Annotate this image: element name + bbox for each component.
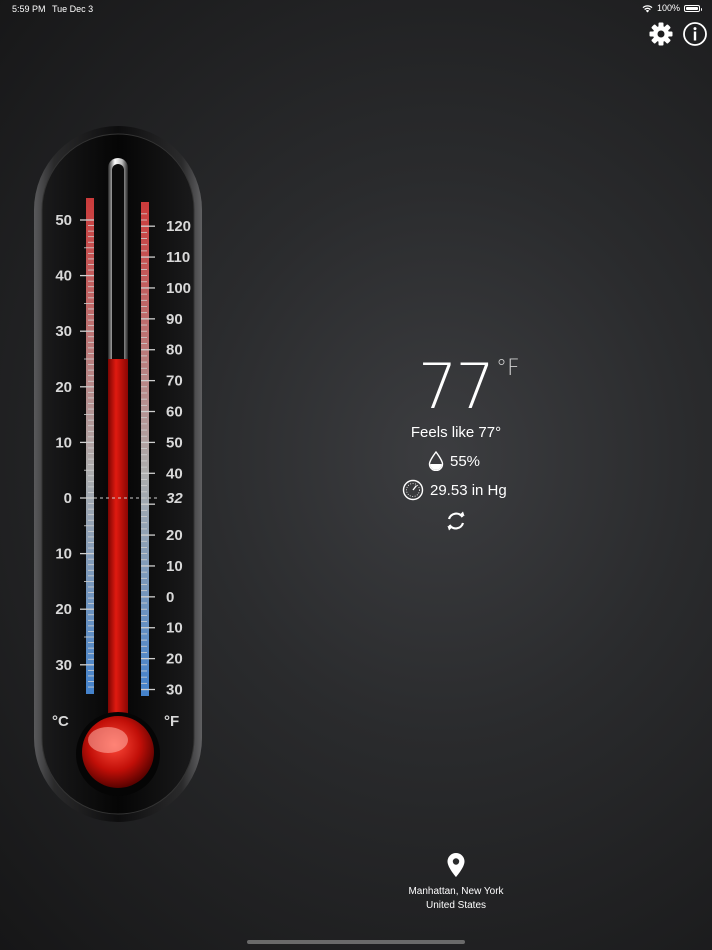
- fahrenheit-tick-label: 40: [166, 465, 183, 482]
- celsius-tick-label: 20: [55, 601, 72, 618]
- fahrenheit-tick-label: 20: [166, 527, 183, 544]
- celsius-tick-label: 10: [55, 546, 72, 563]
- celsius-tick-label: 30: [55, 657, 72, 674]
- fahrenheit-tick-label: 90: [166, 311, 183, 328]
- gear-icon[interactable]: [648, 21, 674, 47]
- fahrenheit-tick-label: 20: [166, 651, 183, 668]
- battery-percent: 100%: [656, 3, 680, 13]
- barometer-icon: [402, 479, 424, 501]
- fahrenheit-tick-label: 32: [166, 490, 183, 507]
- fahrenheit-unit-label: °F: [164, 713, 179, 730]
- celsius-tick-label: 20: [55, 379, 72, 396]
- water-drop-icon: [428, 451, 444, 471]
- location-city: Manhattan, New York: [408, 886, 504, 897]
- pressure-value: 29.53 in Hg: [430, 481, 507, 499]
- celsius-unit-label: °C: [52, 713, 69, 730]
- mercury-column: [108, 359, 128, 730]
- info-icon[interactable]: [682, 21, 708, 47]
- location-country: United States: [425, 900, 487, 911]
- home-indicator[interactable]: [247, 940, 465, 944]
- celsius-tick-label: 50: [55, 212, 72, 229]
- status-date: Tue Dec 3: [52, 4, 94, 14]
- temperature-unit: °F: [496, 356, 520, 381]
- fahrenheit-tick-label: 10: [166, 558, 183, 575]
- fahrenheit-tick-label: 10: [166, 620, 183, 637]
- battery-icon: [684, 4, 702, 12]
- status-bar: 5:59 PM Tue Dec 3 100%: [0, 0, 712, 18]
- fahrenheit-tick-label: 50: [166, 434, 183, 451]
- pressure-row: 29.53 in Hg: [402, 479, 507, 501]
- celsius-tick-label: 30: [55, 323, 72, 340]
- fahrenheit-tick-label: 30: [166, 682, 183, 699]
- thermometer-bulb: [82, 716, 154, 788]
- location-pin-icon: [447, 853, 465, 877]
- temperature-display: 77 °F: [356, 350, 556, 423]
- fahrenheit-tick-label: 110: [166, 249, 190, 266]
- fahrenheit-tick-label: 80: [166, 342, 183, 359]
- fahrenheit-tick-label: 100: [166, 280, 191, 297]
- status-time: 5:59 PM: [12, 4, 46, 14]
- status-right: 100%: [642, 3, 702, 13]
- refresh-icon[interactable]: [445, 510, 467, 532]
- fahrenheit-tick-label: 70: [166, 373, 183, 390]
- thermometer: 50 40 30 20 10 0 10 20 30 120 110 100 90 80 70 60 50 40 32…: [34, 126, 204, 831]
- humidity-row: 55%: [428, 451, 480, 471]
- wifi-icon: [642, 4, 653, 12]
- feels-like: Feels like 77°: [410, 424, 502, 441]
- celsius-tick-label: 10: [55, 434, 72, 451]
- fahrenheit-tick-label: 60: [166, 404, 183, 421]
- fahrenheit-tick-label: 0: [166, 589, 174, 606]
- celsius-tick-label: 0: [64, 490, 72, 507]
- temperature-value: 77: [418, 350, 495, 423]
- humidity-value: 55%: [450, 452, 481, 470]
- celsius-tick-label: 40: [55, 268, 72, 285]
- fahrenheit-tick-label: 120: [166, 218, 191, 235]
